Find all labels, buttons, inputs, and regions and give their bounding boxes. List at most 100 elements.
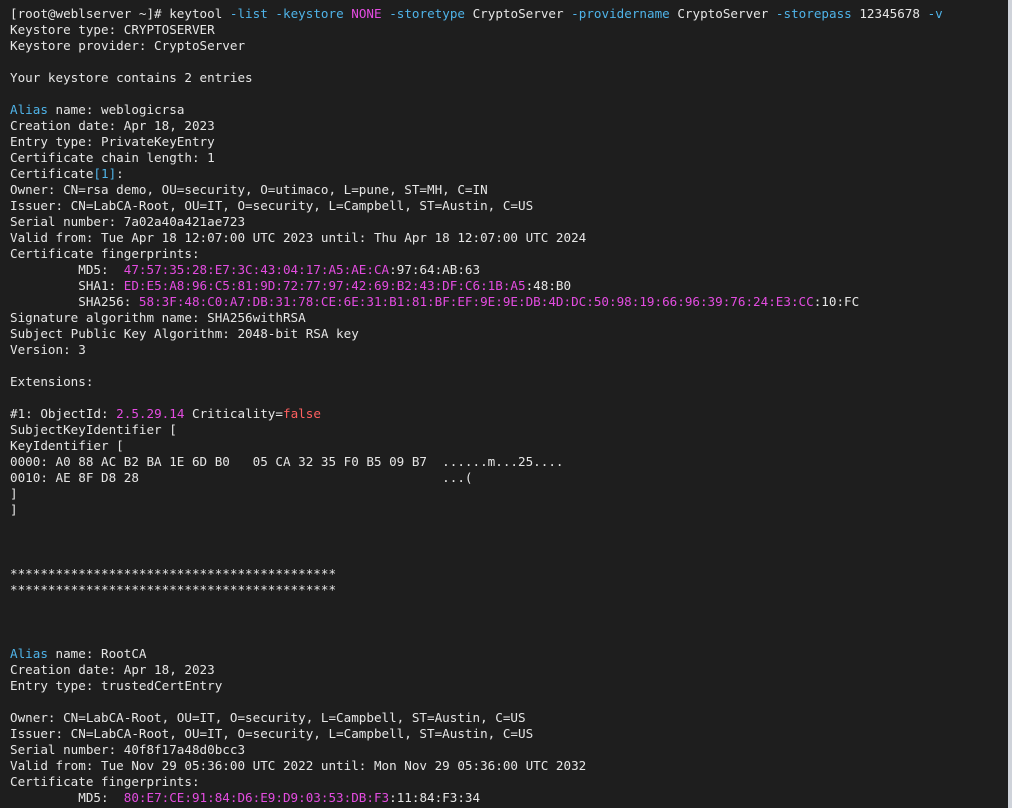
terminal-text-segment: Certificate fingerprints: bbox=[10, 774, 200, 789]
terminal-line: Signature algorithm name: SHA256withRSA bbox=[10, 310, 1012, 326]
terminal-text-segment: name: weblogicrsa bbox=[47, 102, 185, 117]
terminal-text-segment: Valid from: Tue Nov 29 05:36:00 UTC 2022… bbox=[10, 758, 587, 773]
terminal-line: Keystore provider: CryptoServer bbox=[10, 38, 1012, 54]
terminal-text-segment: -providername bbox=[571, 6, 670, 21]
terminal-text-segment: CryptoServer bbox=[669, 6, 776, 21]
terminal-line: Extensions: bbox=[10, 374, 1012, 390]
terminal-text-segment: ****************************************… bbox=[10, 566, 337, 581]
terminal-text-segment: :48:B0 bbox=[525, 278, 572, 293]
terminal-line: 0000: A0 88 AC B2 BA 1E 6D B0 05 CA 32 3… bbox=[10, 454, 1012, 470]
terminal-text-segment: Extensions: bbox=[10, 374, 94, 389]
terminal-line: Serial number: 40f8f17a48d0bcc3 bbox=[10, 742, 1012, 758]
terminal-line: Valid from: Tue Apr 18 12:07:00 UTC 2023… bbox=[10, 230, 1012, 246]
terminal-output[interactable]: [root@weblserver ~]# keytool -list -keys… bbox=[0, 0, 1012, 808]
window-edge bbox=[1008, 0, 1012, 808]
terminal-text-segment: SHA256: bbox=[10, 294, 139, 309]
terminal-line: Entry type: PrivateKeyEntry bbox=[10, 134, 1012, 150]
terminal-text-segment: Creation date: Apr 18, 2023 bbox=[10, 118, 215, 133]
terminal-text-segment: ED:E5:A8:96:C5:81:9D:72:77:97:42:69:B2:4… bbox=[123, 278, 526, 293]
terminal-line: SubjectKeyIdentifier [ bbox=[10, 422, 1012, 438]
terminal-text-segment: 0010: AE 8F D8 28 ...( bbox=[10, 470, 473, 485]
terminal-text-segment: ****************************************… bbox=[10, 582, 337, 597]
terminal-text-segment: Version: 3 bbox=[10, 342, 86, 357]
terminal-text-segment: Criticality= bbox=[184, 406, 283, 421]
terminal-line: Subject Public Key Algorithm: 2048-bit R… bbox=[10, 326, 1012, 342]
terminal-text-segment: #1: ObjectId: bbox=[10, 406, 117, 421]
terminal-line: Entry type: trustedCertEntry bbox=[10, 678, 1012, 694]
terminal-text-segment: Entry type: trustedCertEntry bbox=[10, 678, 223, 693]
terminal-text-segment: 12345678 bbox=[851, 6, 928, 21]
terminal-text-segment: MD5: bbox=[10, 790, 124, 805]
terminal-text-segment: Subject Public Key Algorithm: 2048-bit R… bbox=[10, 326, 359, 341]
terminal-text-segment: Issuer: CN=LabCA-Root, OU=IT, O=security… bbox=[10, 198, 534, 213]
terminal-text-segment: NONE bbox=[351, 6, 382, 21]
terminal-text-segment: -keystore bbox=[275, 6, 344, 21]
terminal-text-segment: false bbox=[282, 406, 321, 421]
terminal-line: Certificate chain length: 1 bbox=[10, 150, 1012, 166]
terminal-text-segment: Entry type: PrivateKeyEntry bbox=[10, 134, 215, 149]
terminal-line: MD5: 80:E7:CE:91:84:D6:E9:D9:03:53:DB:F3… bbox=[10, 790, 1012, 806]
terminal-line: ****************************************… bbox=[10, 582, 1012, 598]
terminal-text-segment: Signature algorithm name: SHA256withRSA bbox=[10, 310, 306, 325]
terminal-text-segment: SHA1: bbox=[10, 278, 124, 293]
terminal-text-segment: -v bbox=[927, 6, 943, 21]
terminal-line: [root@weblserver ~]# keytool -list -keys… bbox=[10, 6, 1012, 22]
terminal-text-segment: :97:64:AB:63 bbox=[389, 262, 481, 277]
terminal-text-segment: Keystore provider: CryptoServer bbox=[10, 38, 246, 53]
terminal-text-segment: [1] bbox=[93, 166, 117, 181]
terminal-text-segment: Keystore type: CRYPTOSERVER bbox=[10, 22, 215, 37]
terminal-text-segment: Issuer: CN=LabCA-Root, OU=IT, O=security… bbox=[10, 726, 534, 741]
terminal-line: Version: 3 bbox=[10, 342, 1012, 358]
terminal-line: Owner: CN=LabCA-Root, OU=IT, O=security,… bbox=[10, 710, 1012, 726]
terminal-text-segment: Your keystore contains 2 entries bbox=[10, 70, 253, 85]
terminal-line: MD5: 47:57:35:28:E7:3C:43:04:17:A5:AE:CA… bbox=[10, 262, 1012, 278]
terminal-text-segment: SubjectKeyIdentifier [ bbox=[10, 422, 177, 437]
terminal-text-segment: ] bbox=[10, 502, 18, 517]
terminal-line: Issuer: CN=LabCA-Root, OU=IT, O=security… bbox=[10, 198, 1012, 214]
terminal-line: #1: ObjectId: 2.5.29.14 Criticality=fals… bbox=[10, 406, 1012, 422]
terminal-line: Keystore type: CRYPTOSERVER bbox=[10, 22, 1012, 38]
terminal-text-segment: 0000: A0 88 AC B2 BA 1E 6D B0 05 CA 32 3… bbox=[10, 454, 564, 469]
terminal-line: Alias name: RootCA bbox=[10, 646, 1012, 662]
terminal-text-segment: -list bbox=[229, 6, 268, 21]
terminal-text-segment: Certificate fingerprints: bbox=[10, 246, 200, 261]
terminal-text-segment: :10:FC bbox=[813, 294, 860, 309]
terminal-text-segment: ] bbox=[10, 486, 18, 501]
terminal-text-segment: 58:3F:48:C0:A7:DB:31:78:CE:6E:31:B1:81:B… bbox=[138, 294, 814, 309]
terminal-line: ****************************************… bbox=[10, 566, 1012, 582]
terminal-line: ] bbox=[10, 486, 1012, 502]
terminal-text-segment: CryptoServer bbox=[465, 6, 572, 21]
terminal-line: Alias name: weblogicrsa bbox=[10, 102, 1012, 118]
terminal-text-segment: Owner: CN=LabCA-Root, OU=IT, O=security,… bbox=[10, 710, 526, 725]
terminal-text-segment: 80:E7:CE:91:84:D6:E9:D9:03:53:DB:F3 bbox=[123, 790, 390, 805]
terminal-text-segment: MD5: bbox=[10, 262, 124, 277]
terminal-line: Certificate[1]: bbox=[10, 166, 1012, 182]
terminal-text-segment: name: RootCA bbox=[47, 646, 147, 661]
terminal-line: 0010: AE 8F D8 28 ...( bbox=[10, 470, 1012, 486]
terminal-line: Creation date: Apr 18, 2023 bbox=[10, 662, 1012, 678]
terminal-text-segment: 47:57:35:28:E7:3C:43:04:17:A5:AE:CA bbox=[123, 262, 390, 277]
terminal-line: Certificate fingerprints: bbox=[10, 774, 1012, 790]
terminal-text-segment: -storepass bbox=[775, 6, 852, 21]
terminal-line: Creation date: Apr 18, 2023 bbox=[10, 118, 1012, 134]
terminal-line: ] bbox=[10, 502, 1012, 518]
terminal-text-segment: Serial number: 40f8f17a48d0bcc3 bbox=[10, 742, 246, 757]
terminal-text-segment: Alias bbox=[10, 102, 48, 117]
terminal-line: Owner: CN=rsa demo, OU=security, O=utima… bbox=[10, 182, 1012, 198]
terminal-text-segment: Owner: CN=rsa demo, OU=security, O=utima… bbox=[10, 182, 488, 197]
terminal-line: Your keystore contains 2 entries bbox=[10, 70, 1012, 86]
terminal-text-segment: 2.5.29.14 bbox=[116, 406, 185, 421]
terminal-line: Serial number: 7a02a40a421ae723 bbox=[10, 214, 1012, 230]
terminal-text-segment: KeyIdentifier [ bbox=[10, 438, 124, 453]
